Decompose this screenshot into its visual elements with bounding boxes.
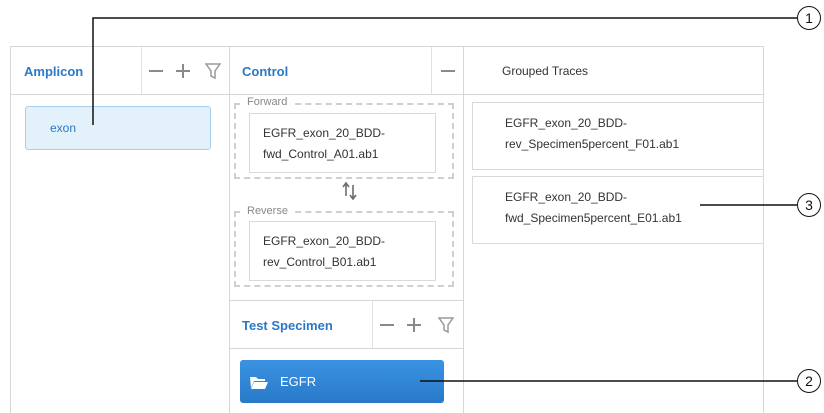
callout-marker: 1 [797, 6, 821, 30]
callout-marker: 2 [797, 369, 821, 393]
callout-marker: 3 [797, 193, 821, 217]
callout-lines [92, 17, 797, 382]
